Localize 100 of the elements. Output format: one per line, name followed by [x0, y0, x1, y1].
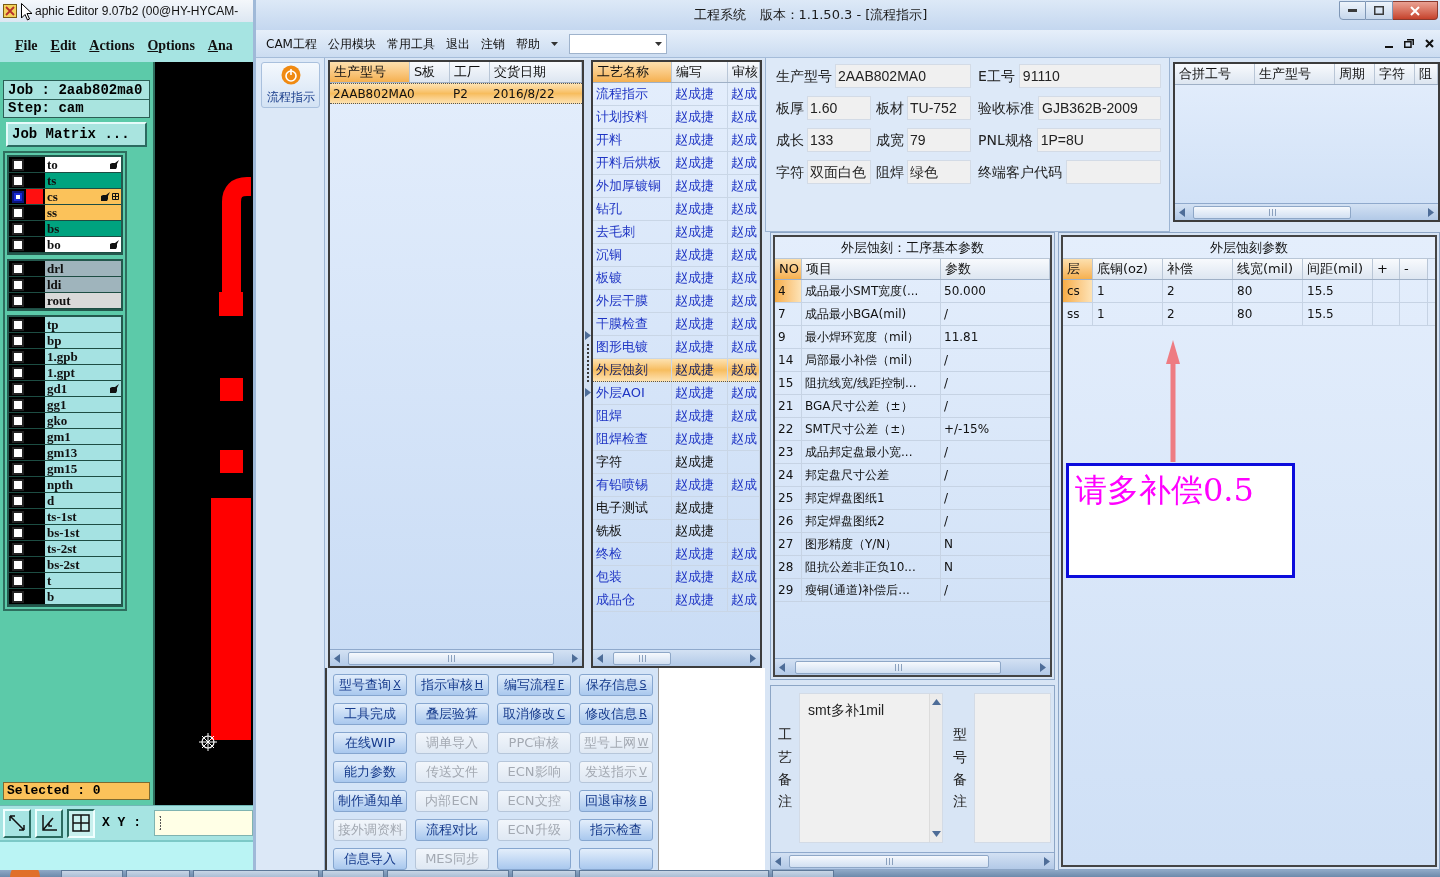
scroll-right-icon[interactable]	[1040, 662, 1046, 672]
scrollbar-thumb[interactable]	[789, 854, 989, 868]
layer-checkbox[interactable]	[12, 294, 24, 307]
column-header[interactable]: 项目	[802, 259, 941, 279]
action-button[interactable]: 取消修改 C	[497, 703, 571, 725]
table-row[interactable]: 有铅喷锡 赵成捷 赵成	[593, 474, 760, 497]
nav-button[interactable]: 流程指示	[261, 62, 320, 108]
layer-item[interactable]: bs	[45, 221, 121, 236]
layer-item[interactable]: drl	[45, 261, 121, 276]
scroll-right-icon[interactable]	[572, 653, 578, 663]
layer-checkbox[interactable]	[12, 278, 24, 291]
horizontal-scrollbar[interactable]	[771, 852, 1054, 869]
layer-checkbox[interactable]	[12, 318, 24, 331]
column-header[interactable]: -	[1400, 259, 1428, 279]
text-field[interactable]: 1.60	[807, 96, 871, 120]
layer-checkbox[interactable]	[12, 174, 24, 187]
column-header[interactable]: 线宽(mil)	[1233, 259, 1303, 279]
minimize-button[interactable]	[1339, 1, 1366, 20]
layer-checkbox[interactable]	[12, 382, 24, 395]
action-button[interactable]: 在线WIP	[333, 732, 407, 754]
menu-item[interactable]: File	[15, 35, 38, 56]
menu-item[interactable]: Edit	[50, 35, 77, 56]
layer-item[interactable]: gd1	[45, 381, 121, 396]
taskbar-button[interactable]	[579, 870, 769, 877]
text-field[interactable]: 1P=8U	[1036, 128, 1161, 152]
action-button[interactable]: 编写流程F	[497, 674, 571, 696]
horizontal-scrollbar[interactable]	[593, 649, 760, 666]
scroll-right-icon[interactable]	[750, 653, 756, 663]
layer-checkbox[interactable]	[12, 206, 24, 219]
layer-checkbox[interactable]	[12, 366, 24, 379]
column-header[interactable]: 字符	[1375, 64, 1415, 84]
scroll-up-icon[interactable]	[931, 699, 941, 705]
scroll-left-icon[interactable]	[334, 653, 340, 663]
vertical-scrollbar[interactable]	[929, 694, 942, 842]
restore-icon[interactable]	[1404, 39, 1414, 48]
column-header[interactable]: NO	[775, 259, 802, 279]
column-header[interactable]: S板	[410, 62, 450, 82]
column-header[interactable]: 审核	[728, 62, 760, 82]
layer-checkbox[interactable]	[12, 446, 24, 459]
table-row[interactable]: 阻焊检查 赵成捷 赵成	[593, 428, 760, 451]
layer-checkbox[interactable]	[12, 414, 24, 427]
column-header[interactable]: 阻	[1415, 64, 1438, 84]
table-row[interactable]: 流程指示 赵成捷 赵成	[593, 83, 760, 106]
horizontal-scrollbar[interactable]	[775, 658, 1050, 675]
taskbar-button[interactable]	[193, 870, 319, 877]
column-header[interactable]: 交货日期	[490, 62, 582, 82]
caret-icon[interactable]	[550, 41, 558, 46]
collapse-arrow-icon[interactable]	[584, 331, 591, 340]
layer-item[interactable]: gg1	[45, 397, 121, 412]
layer-checkbox[interactable]	[12, 574, 24, 587]
taskbar-button[interactable]	[512, 870, 576, 877]
taskbar-button[interactable]	[61, 870, 123, 877]
layer-checkbox[interactable]	[12, 238, 24, 251]
close-icon[interactable]	[1425, 39, 1434, 48]
menu-item[interactable]: CAM工程	[266, 34, 317, 53]
action-button[interactable]: 叠层验算	[415, 703, 489, 725]
text-field[interactable]: 双面白色	[807, 160, 871, 184]
horizontal-scrollbar[interactable]	[330, 649, 582, 666]
taskbar-button[interactable]	[322, 870, 384, 877]
menu-item[interactable]: Options	[147, 35, 195, 56]
table-row[interactable]: 终检 赵成捷 赵成	[593, 543, 760, 566]
layer-item[interactable]: 1.gpb	[45, 349, 121, 364]
action-button[interactable]: 工具完成	[333, 703, 407, 725]
drawing-canvas[interactable]	[155, 62, 253, 805]
action-button[interactable]: 信息导入	[333, 848, 407, 870]
table-row[interactable]: 干膜检查 赵成捷 赵成	[593, 313, 760, 336]
layer-item[interactable]: gm1	[45, 429, 121, 444]
scroll-left-icon[interactable]	[1179, 207, 1185, 217]
layer-item[interactable]: ts-1st	[45, 509, 121, 524]
layer-checkbox[interactable]	[12, 510, 24, 523]
horizontal-scrollbar[interactable]	[1175, 203, 1438, 220]
menu-item[interactable]: 公用模块	[327, 34, 376, 53]
remarks-field[interactable]: smt多补1mil	[799, 693, 943, 843]
layer-checkbox[interactable]	[12, 350, 24, 363]
layer-checkbox[interactable]	[12, 158, 24, 171]
column-header[interactable]: 层	[1063, 259, 1093, 279]
layer-item[interactable]: gm13	[45, 445, 121, 460]
text-field[interactable]: GJB362B-2009	[1038, 96, 1161, 120]
layer-checkbox[interactable]	[12, 558, 24, 571]
table-row[interactable]: 外层干膜 赵成捷 赵成	[593, 290, 760, 313]
splitter[interactable]	[584, 60, 591, 668]
layer-item[interactable]: ldi	[45, 277, 121, 292]
layer-item[interactable]: cs	[45, 189, 121, 204]
layer-item[interactable]: rout	[45, 293, 121, 308]
action-button[interactable]: 型号查询 X	[333, 674, 407, 696]
layer-checkbox[interactable]	[12, 190, 24, 203]
scrollbar-thumb[interactable]	[1193, 205, 1351, 219]
table-row[interactable]: 外层蚀刻 赵成捷 赵成	[593, 359, 760, 382]
table-row[interactable]: 电子测试 赵成捷	[593, 497, 760, 520]
table-row[interactable]: 沉铜 赵成捷 赵成	[593, 244, 760, 267]
column-header[interactable]: 生产型号	[330, 62, 410, 82]
text-field[interactable]: 2AAB802MA0	[835, 64, 971, 88]
layer-item[interactable]: to	[45, 157, 121, 172]
table-row[interactable]: 计划投料 赵成捷 赵成	[593, 106, 760, 129]
table-row[interactable]: 钻孔 赵成捷 赵成	[593, 198, 760, 221]
table-row[interactable]: 外层AOI 赵成捷 赵成	[593, 382, 760, 405]
scroll-right-icon[interactable]	[1044, 856, 1050, 866]
column-header[interactable]: 参数	[941, 259, 1050, 279]
column-header[interactable]: 底铜(oz)	[1093, 259, 1163, 279]
taskbar-button[interactable]	[387, 870, 509, 877]
